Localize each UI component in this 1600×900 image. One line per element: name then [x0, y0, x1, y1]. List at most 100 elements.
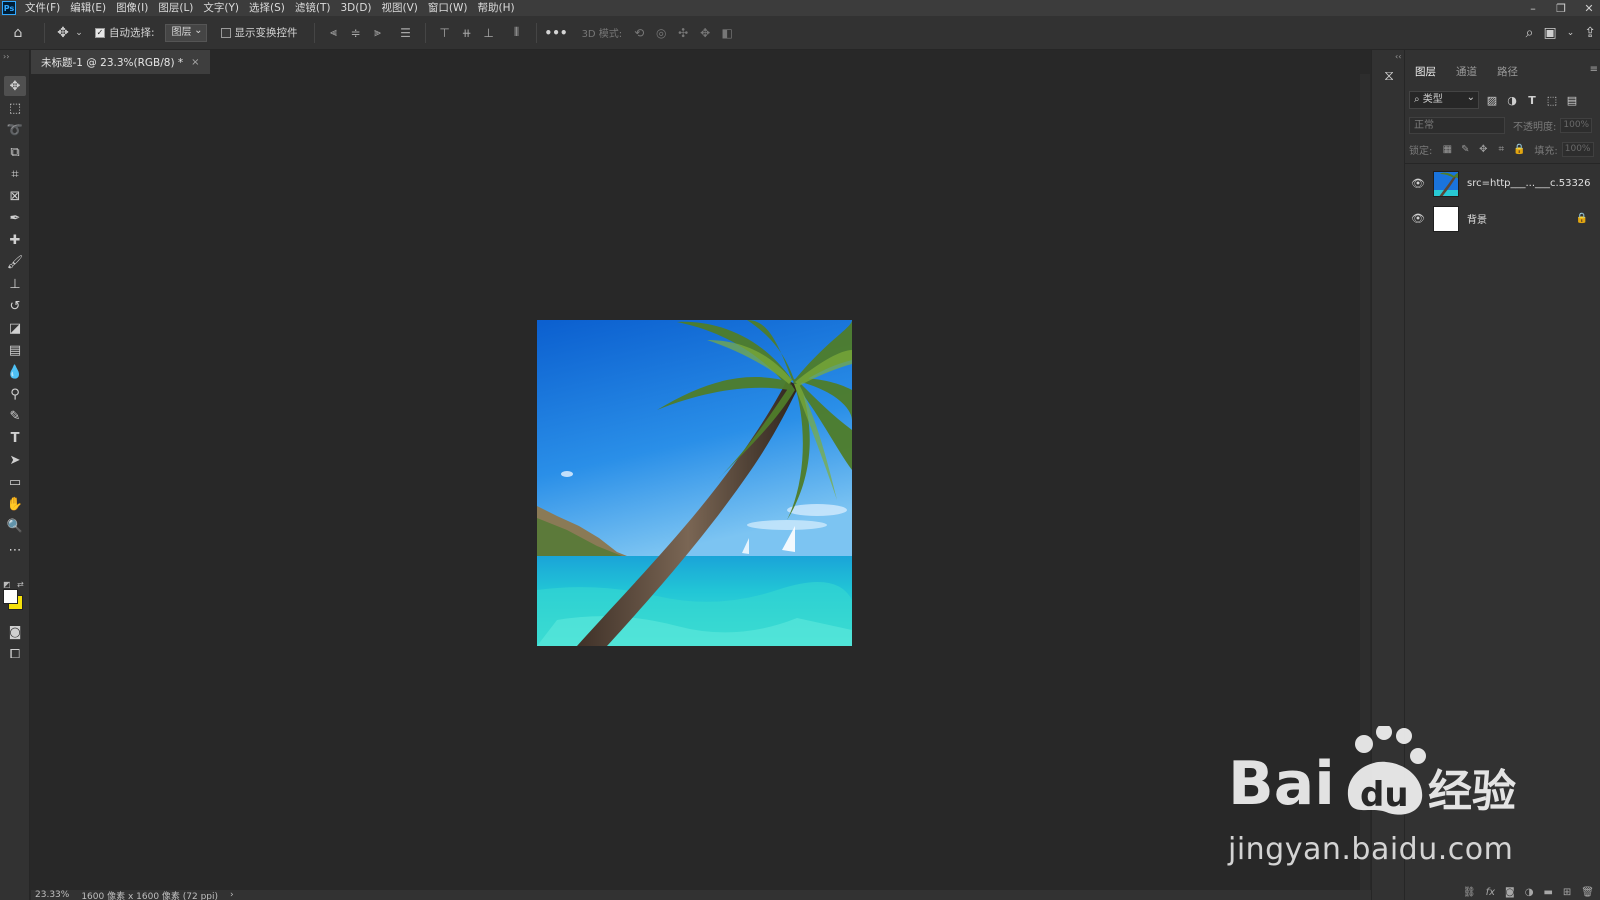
tab-channels[interactable]: 通道 — [1446, 62, 1487, 82]
frame-tool-icon[interactable]: ⊠ — [4, 186, 26, 206]
tab-paths[interactable]: 路径 — [1487, 62, 1528, 82]
collapse-panel-icon[interactable]: ›› — [3, 52, 9, 61]
3d-scale-icon[interactable]: ◧ — [716, 26, 738, 40]
type-tool-icon[interactable]: T — [4, 428, 26, 448]
menu-window[interactable]: 窗口(W) — [423, 0, 473, 16]
dodge-tool-icon[interactable]: ⚲ — [4, 384, 26, 404]
clone-stamp-tool-icon[interactable]: ⊥ — [4, 274, 26, 294]
filter-type-dropdown[interactable]: ⌕ 类型 — [1409, 90, 1479, 109]
align-top-icon[interactable]: ⊤ — [434, 26, 456, 40]
align-horizontal-center-icon[interactable]: ≑ — [345, 26, 367, 40]
brush-tool-icon[interactable]: 🖌 — [4, 252, 26, 272]
3d-slide-icon[interactable]: ✥ — [694, 26, 716, 40]
menu-type[interactable]: 文字(Y) — [198, 0, 244, 16]
status-menu-arrow[interactable]: › — [230, 890, 234, 900]
delete-layer-icon[interactable]: 🗑 — [1581, 887, 1594, 898]
menu-help[interactable]: 帮助(H) — [473, 0, 520, 16]
link-layers-icon[interactable]: ⛓ — [1463, 887, 1476, 898]
gradient-tool-icon[interactable]: ▤ — [4, 340, 26, 360]
align-right-icon[interactable]: ⫸ — [367, 25, 389, 40]
lock-image-icon[interactable]: ✎ — [1456, 144, 1474, 155]
layer-style-icon[interactable]: fx — [1486, 887, 1495, 898]
menu-view[interactable]: 视图(V) — [377, 0, 423, 16]
document-tab[interactable]: 未标题-1 @ 23.3%(RGB/8) * × — [31, 50, 210, 74]
adjustment-layer-icon[interactable]: ◑ — [1525, 887, 1534, 898]
layer-row-image[interactable]: 👁 src=http___...___c.53326 — [1405, 166, 1600, 201]
menu-edit[interactable]: 编辑(E) — [65, 0, 111, 16]
chevron-down-icon[interactable]: ⌄ — [73, 28, 85, 38]
3d-roll-icon[interactable]: ◎ — [650, 26, 672, 40]
blend-mode-dropdown[interactable]: 正常 — [1409, 116, 1505, 134]
panel-menu-icon[interactable]: ≡ — [1590, 64, 1598, 75]
zoom-level[interactable]: 23.33% — [35, 890, 69, 900]
filter-shape-icon[interactable]: ⬚ — [1545, 94, 1559, 107]
object-selection-tool-icon[interactable]: ⧉ — [4, 142, 26, 162]
photoshop-logo[interactable]: Ps — [2, 1, 16, 15]
edit-toolbar-icon[interactable]: ⋯ — [4, 540, 26, 560]
default-colors-icon[interactable]: ◩ — [3, 580, 11, 589]
filter-type-icon[interactable]: T — [1525, 94, 1539, 107]
lock-artboard-icon[interactable]: ⌗ — [1492, 144, 1510, 155]
opacity-field[interactable]: 100% — [1560, 117, 1593, 133]
canvas-area[interactable] — [31, 74, 1371, 890]
pen-tool-icon[interactable]: ✎ — [4, 406, 26, 426]
move-tool-icon[interactable]: ✥ — [4, 76, 26, 96]
layer-row-background[interactable]: 👁 背景 🔒 — [1405, 201, 1600, 236]
quick-mask-icon[interactable]: ◙ — [4, 622, 26, 642]
new-group-icon[interactable]: ▬ — [1543, 887, 1552, 898]
filter-adjustment-icon[interactable]: ◑ — [1505, 94, 1519, 107]
marquee-tool-icon[interactable]: ⬚ — [4, 98, 26, 118]
close-tab-icon[interactable]: × — [191, 57, 199, 68]
lock-all-icon[interactable]: 🔒 — [1510, 144, 1528, 155]
swap-colors-icon[interactable]: ⇄ — [17, 580, 24, 589]
history-brush-tool-icon[interactable]: ↺ — [4, 296, 26, 316]
zoom-tool-icon[interactable]: 🔍 — [4, 516, 26, 536]
collapse-panel-icon[interactable]: ‹‹ — [1395, 52, 1401, 61]
auto-select-target-dropdown[interactable]: 图层 — [164, 23, 207, 42]
eraser-tool-icon[interactable]: ◪ — [4, 318, 26, 338]
move-tool-preset-icon[interactable]: ✥ — [53, 25, 73, 41]
show-transform-checkbox[interactable] — [220, 27, 231, 38]
menu-file[interactable]: 文件(F) — [20, 0, 65, 16]
vertical-scrollbar[interactable] — [1360, 74, 1370, 890]
canvas-beach-image[interactable] — [537, 320, 852, 646]
workspace-icon[interactable]: ▣ — [1543, 25, 1556, 41]
filter-smart-object-icon[interactable]: ▤ — [1565, 94, 1579, 107]
minimize-icon[interactable]: – — [1526, 2, 1540, 15]
crop-tool-icon[interactable]: ⌗ — [4, 164, 26, 184]
screen-mode-icon[interactable]: ⧠ — [4, 644, 26, 664]
rectangle-tool-icon[interactable]: ▭ — [4, 472, 26, 492]
blur-tool-icon[interactable]: 💧 — [4, 362, 26, 382]
distribute-horizontal-icon[interactable]: ⦀ — [506, 25, 528, 40]
add-mask-icon[interactable]: ◙ — [1505, 887, 1515, 898]
filter-pixel-icon[interactable]: ▨ — [1485, 94, 1499, 107]
menu-select[interactable]: 选择(S) — [244, 0, 290, 16]
lock-transparent-icon[interactable]: ▦ — [1438, 144, 1456, 155]
home-icon[interactable]: ⌂ — [0, 25, 36, 41]
menu-3d[interactable]: 3D(D) — [335, 0, 376, 16]
fill-field[interactable]: 100% — [1561, 141, 1594, 157]
align-vertical-center-icon[interactable]: ⧺ — [456, 26, 478, 40]
lock-position-icon[interactable]: ✥ — [1474, 144, 1492, 155]
menu-image[interactable]: 图像(I) — [111, 0, 153, 16]
path-selection-tool-icon[interactable]: ➤ — [4, 450, 26, 470]
restore-icon[interactable]: ❐ — [1554, 2, 1568, 15]
align-left-icon[interactable]: ⫷ — [323, 25, 345, 40]
lasso-tool-icon[interactable]: ➰ — [4, 120, 26, 140]
3d-pan-icon[interactable]: ✣ — [672, 26, 694, 40]
healing-brush-tool-icon[interactable]: ✚ — [4, 230, 26, 250]
background-color-swatch[interactable] — [3, 589, 18, 604]
visibility-eye-icon[interactable]: 👁 — [1405, 212, 1431, 225]
menu-filter[interactable]: 滤镜(T) — [290, 0, 336, 16]
distribute-vertical-icon[interactable]: ☰ — [395, 26, 417, 40]
eyedropper-tool-icon[interactable]: ✒ — [4, 208, 26, 228]
3d-orbit-icon[interactable]: ⟲ — [628, 26, 650, 40]
auto-select-checkbox[interactable]: ✓ — [95, 27, 105, 38]
hand-tool-icon[interactable]: ✋ — [4, 494, 26, 514]
share-icon[interactable]: ⇪ — [1584, 25, 1596, 41]
more-options-button[interactable]: ••• — [545, 26, 568, 40]
new-layer-icon[interactable]: ⊞ — [1563, 887, 1571, 898]
menu-layer[interactable]: 图层(L) — [153, 0, 198, 16]
align-bottom-icon[interactable]: ⊥ — [478, 26, 500, 40]
visibility-eye-icon[interactable]: 👁 — [1405, 177, 1431, 190]
